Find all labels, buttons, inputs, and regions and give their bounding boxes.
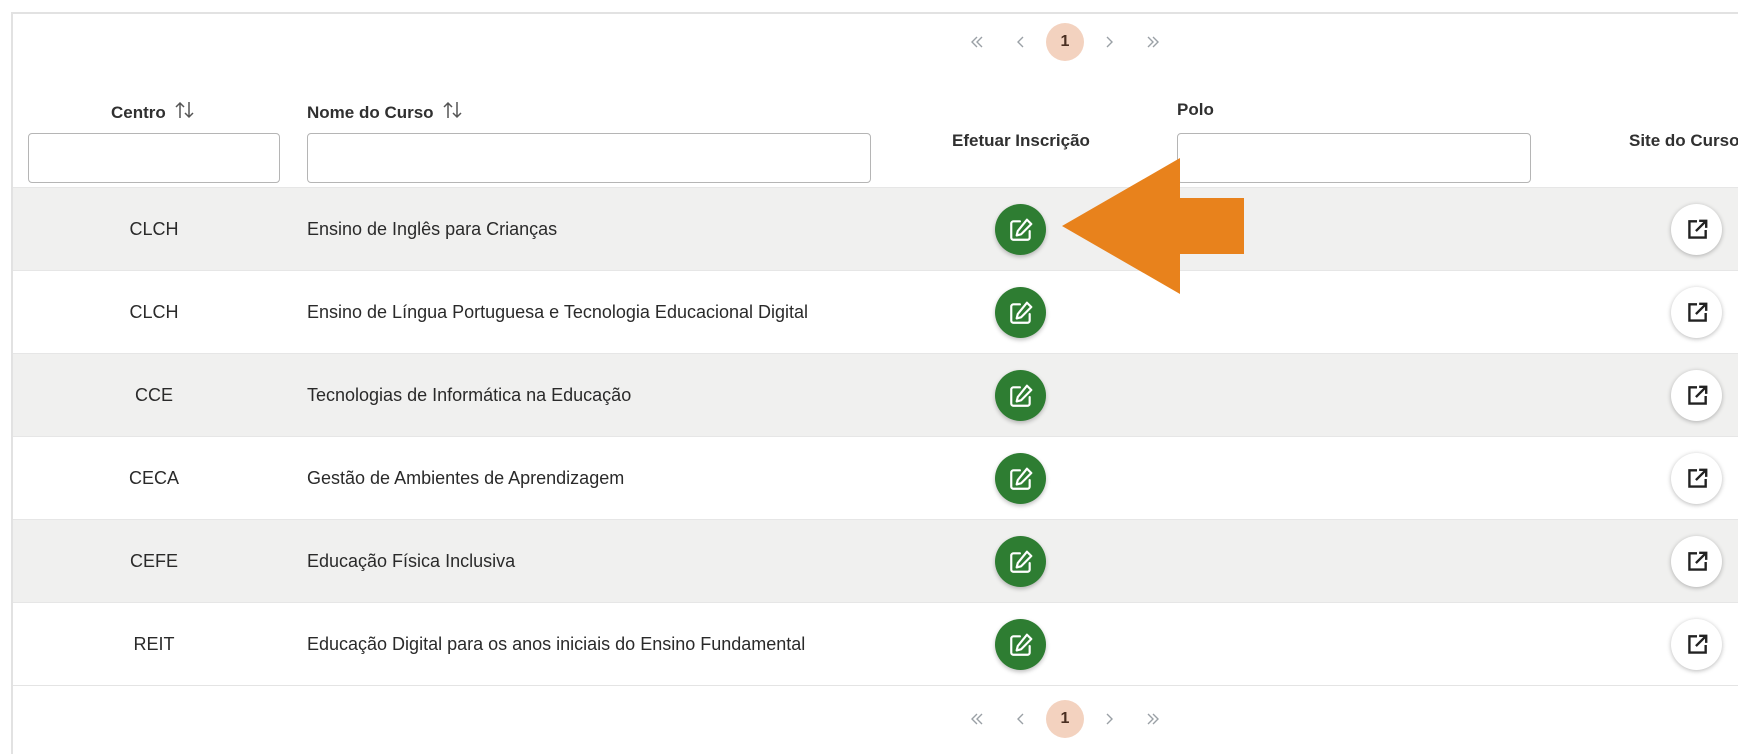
centro-cell: CCE — [134, 385, 173, 405]
inscricao-button[interactable] — [995, 536, 1046, 587]
curso-filter-input[interactable] — [307, 133, 871, 183]
site-button[interactable] — [1671, 536, 1722, 587]
column-header-label: Nome do Curso — [307, 103, 434, 122]
site-button[interactable] — [1671, 619, 1722, 670]
angle-right-icon — [1106, 713, 1113, 725]
curso-cell: Ensino de Inglês para Crianças — [307, 219, 558, 239]
curso-cell: Educação Física Inclusiva — [307, 551, 516, 571]
table-row: CLCH Ensino de Inglês para Crianças — [13, 187, 1738, 271]
external-link-icon — [1687, 302, 1707, 322]
page-1-button[interactable]: 1 — [1046, 700, 1084, 738]
edit-icon — [1009, 218, 1032, 241]
divider — [13, 685, 1738, 686]
inscricao-button[interactable] — [995, 619, 1046, 670]
page-1-button[interactable]: 1 — [1046, 23, 1084, 61]
inscricao-button[interactable] — [995, 287, 1046, 338]
angle-double-left-icon — [971, 713, 983, 725]
sort-icon — [443, 101, 462, 119]
site-button[interactable] — [1671, 453, 1722, 504]
centro-cell: CLCH — [129, 302, 179, 322]
first-page-button[interactable] — [958, 700, 996, 738]
paginator-top: 1 — [13, 14, 1738, 70]
edit-icon — [1009, 467, 1032, 490]
last-page-button[interactable] — [1134, 700, 1172, 738]
column-header-label: Centro — [111, 103, 166, 122]
next-page-button[interactable] — [1090, 23, 1128, 61]
site-button[interactable] — [1671, 204, 1722, 255]
prev-page-button[interactable] — [1002, 23, 1040, 61]
edit-icon — [1009, 301, 1032, 324]
centro-cell: REIT — [133, 634, 175, 654]
curso-cell: Tecnologias de Informática na Educação — [307, 385, 632, 405]
external-link-icon — [1687, 219, 1707, 239]
curso-cell: Gestão de Ambientes de Aprendizagem — [307, 468, 625, 488]
centro-cell: CLCH — [129, 219, 179, 239]
external-link-icon — [1687, 634, 1707, 654]
table-row: CLCH Ensino de Língua Portuguesa e Tecno… — [13, 270, 1738, 354]
table-header: Centro Nome do Curso Efetuar Inscrição P… — [13, 70, 1738, 187]
curso-cell: Educação Digital para os anos iniciais d… — [307, 634, 806, 654]
column-header-curso[interactable]: Nome do Curso — [307, 100, 464, 123]
site-button[interactable] — [1671, 287, 1722, 338]
curso-cell: Ensino de Língua Portuguesa e Tecnologia… — [307, 302, 809, 322]
centro-cell: CECA — [128, 468, 179, 488]
external-link-icon — [1687, 468, 1707, 488]
last-page-button[interactable] — [1134, 23, 1172, 61]
inscricao-button[interactable] — [995, 453, 1046, 504]
edit-icon — [1009, 550, 1032, 573]
courses-table: 1 Centro Nome do Curso Efetuar Inscrição… — [11, 12, 1738, 754]
external-link-icon — [1687, 551, 1707, 571]
column-header-centro[interactable]: Centro — [111, 100, 196, 123]
annotation-arrow-icon — [1062, 158, 1244, 294]
table-row: CEFE Educação Física Inclusiva — [13, 519, 1738, 603]
angle-double-right-icon — [1147, 36, 1159, 48]
next-page-button[interactable] — [1090, 700, 1128, 738]
angle-right-icon — [1106, 36, 1113, 48]
column-header-polo: Polo — [1177, 100, 1214, 119]
sort-icon — [175, 101, 194, 119]
paginator-bottom: 1 — [13, 691, 1738, 747]
angle-left-icon — [1017, 36, 1024, 48]
external-link-icon — [1687, 385, 1707, 405]
inscricao-button[interactable] — [995, 204, 1046, 255]
table-row: REIT Educação Digital para os anos inici… — [13, 602, 1738, 686]
centro-cell: CEFE — [129, 551, 178, 571]
prev-page-button[interactable] — [1002, 700, 1040, 738]
angle-left-icon — [1017, 713, 1024, 725]
site-button[interactable] — [1671, 370, 1722, 421]
first-page-button[interactable] — [958, 23, 996, 61]
column-header-site: Site do Curso — [1629, 131, 1738, 150]
inscricao-button[interactable] — [995, 370, 1046, 421]
table-row: CECA Gestão de Ambientes de Aprendizagem — [13, 436, 1738, 520]
column-header-inscricao: Efetuar Inscrição — [952, 131, 1090, 150]
edit-icon — [1009, 633, 1032, 656]
angle-double-right-icon — [1147, 713, 1159, 725]
centro-filter-input[interactable] — [28, 133, 280, 183]
table-row: CCE Tecnologias de Informática na Educaç… — [13, 353, 1738, 437]
angle-double-left-icon — [971, 36, 983, 48]
edit-icon — [1009, 384, 1032, 407]
